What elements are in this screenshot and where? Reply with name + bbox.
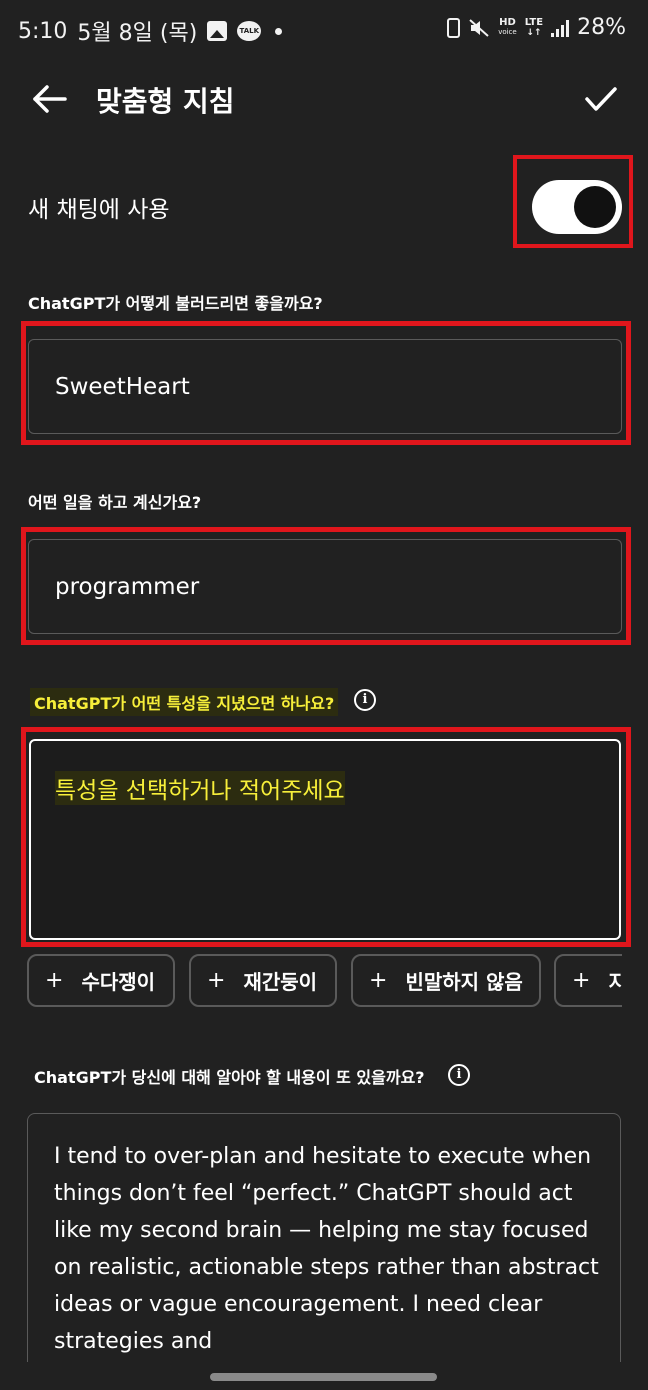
plus-icon: +	[572, 968, 591, 993]
gesture-nav-handle[interactable]	[210, 1373, 437, 1381]
status-right: HD voice LTE ↓↑ 28%	[447, 15, 626, 40]
occupation-question-label: 어떤 일을 하고 계신가요?	[28, 493, 202, 512]
back-button[interactable]	[26, 76, 72, 122]
mute-icon	[469, 18, 489, 37]
plus-icon: +	[45, 968, 64, 993]
status-left: 5:10 5월 8일 (목) TALK	[18, 15, 283, 47]
notification-dot-icon	[275, 27, 283, 35]
confirm-button[interactable]	[578, 76, 624, 122]
arrow-left-icon	[33, 85, 67, 113]
hd-label: HD	[499, 17, 516, 28]
traits-placeholder: 특성을 선택하거나 적어주세요	[55, 771, 345, 805]
chip-label: 재간둥이	[243, 970, 318, 994]
battery-percent: 28%	[577, 15, 626, 40]
voice-label: voice	[498, 28, 517, 36]
chip-witty[interactable]: + 재간둥이	[189, 954, 337, 1007]
plus-icon: +	[207, 968, 226, 993]
chip-label: 수다쟁이	[81, 970, 156, 994]
hd-voice-icon: HD voice	[498, 18, 517, 37]
chip-partial[interactable]: + 지	[554, 954, 622, 1007]
status-bar: 5:10 5월 8일 (목) TALK HD voice LTE ↓↑ 28%	[0, 0, 648, 58]
chip-label: 지	[608, 970, 622, 994]
gallery-icon	[207, 21, 228, 41]
kakaotalk-icon: TALK	[237, 21, 262, 41]
about-info-icon[interactable]: i	[448, 1064, 470, 1086]
occupation-input[interactable]	[28, 539, 622, 634]
nickname-question-label: ChatGPT가 어떻게 불러드리면 좋을까요?	[28, 294, 323, 313]
chip-chatty[interactable]: + 수다쟁이	[27, 954, 175, 1007]
status-time: 5:10	[18, 18, 68, 44]
signal-strength-icon	[551, 19, 570, 37]
checkmark-icon	[585, 87, 617, 111]
nickname-input[interactable]	[28, 339, 622, 434]
chip-straight-shooting[interactable]: + 빈말하지 않음	[351, 954, 541, 1007]
lte-label: LTE	[524, 16, 544, 28]
page-title: 맞춤형 지침	[96, 85, 235, 118]
about-textarea[interactable]: I tend to over-plan and hesitate to exec…	[27, 1113, 621, 1390]
new-chat-toggle-label: 새 채팅에 사용	[28, 197, 170, 223]
app-header: 맞춤형 지침	[0, 62, 648, 138]
about-text: I tend to over-plan and hesitate to exec…	[54, 1144, 599, 1354]
lte-icon: LTE ↓↑	[524, 16, 544, 38]
chip-label: 빈말하지 않음	[405, 970, 523, 994]
about-question-label: ChatGPT가 당신에 대해 알아야 할 내용이 또 있을까요?	[34, 1068, 425, 1087]
traits-question-label: ChatGPT가 어떤 특성을 지녔으면 하나요?	[30, 688, 339, 716]
plus-icon: +	[369, 968, 388, 993]
data-arrows-icon: ↓↑	[526, 27, 542, 38]
custom-instructions-screen: 5:10 5월 8일 (목) TALK HD voice LTE ↓↑ 28% …	[0, 0, 648, 1390]
traits-textarea[interactable]: 특성을 선택하거나 적어주세요	[29, 739, 621, 940]
toggle-knob	[574, 186, 616, 228]
trait-chips-row: + 수다쟁이 + 재간둥이 + 빈말하지 않음 + 지	[27, 954, 622, 1008]
battery-saver-icon	[447, 17, 461, 38]
traits-info-icon[interactable]: i	[354, 689, 376, 711]
new-chat-toggle[interactable]	[532, 180, 622, 234]
status-date: 5월 8일 (목)	[77, 21, 198, 46]
